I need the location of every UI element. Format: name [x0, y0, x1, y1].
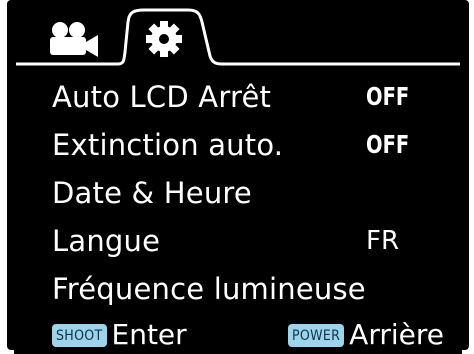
enter-label: Enter — [111, 318, 187, 351]
menu-item-date-time[interactable]: Date & Heure — [14, 174, 462, 220]
gear-icon — [146, 21, 182, 57]
tab-settings[interactable] — [140, 16, 188, 62]
tab-video[interactable] — [44, 20, 104, 62]
back-label: Arrière — [349, 318, 444, 351]
menu-item-value: OFF — [366, 130, 410, 159]
enter-hint[interactable]: SHOOT Enter — [52, 318, 187, 352]
power-key-badge: POWER — [288, 323, 345, 347]
menu-item-label: Auto LCD Arrêt — [52, 80, 272, 114]
menu-item-label: Langue — [52, 224, 161, 258]
camera-settings-screen: Auto LCD Arrêt OFF Extinction auto. OFF … — [0, 0, 474, 354]
shoot-key-badge: SHOOT — [52, 323, 107, 347]
camcorder-icon — [50, 22, 98, 57]
menu-item-auto-lcd-off[interactable]: Auto LCD Arrêt OFF — [14, 78, 462, 124]
menu-item-label: Date & Heure — [52, 176, 252, 210]
menu-item-value: FR — [366, 226, 400, 256]
menu-item-value: OFF — [366, 82, 410, 111]
settings-menu: Auto LCD Arrêt OFF Extinction auto. OFF … — [14, 78, 462, 314]
menu-item-auto-power-off[interactable]: Extinction auto. OFF — [14, 126, 462, 172]
button-hint-bar: SHOOT Enter POWER Arrière — [14, 316, 462, 354]
tab-bar — [14, 0, 462, 78]
menu-item-label: Fréquence lumineuse — [52, 272, 366, 306]
menu-item-label: Extinction auto. — [52, 128, 284, 162]
menu-item-language[interactable]: Langue FR — [14, 222, 462, 268]
back-hint[interactable]: POWER Arrière — [288, 318, 444, 352]
menu-item-light-frequency[interactable]: Fréquence lumineuse — [14, 270, 462, 316]
